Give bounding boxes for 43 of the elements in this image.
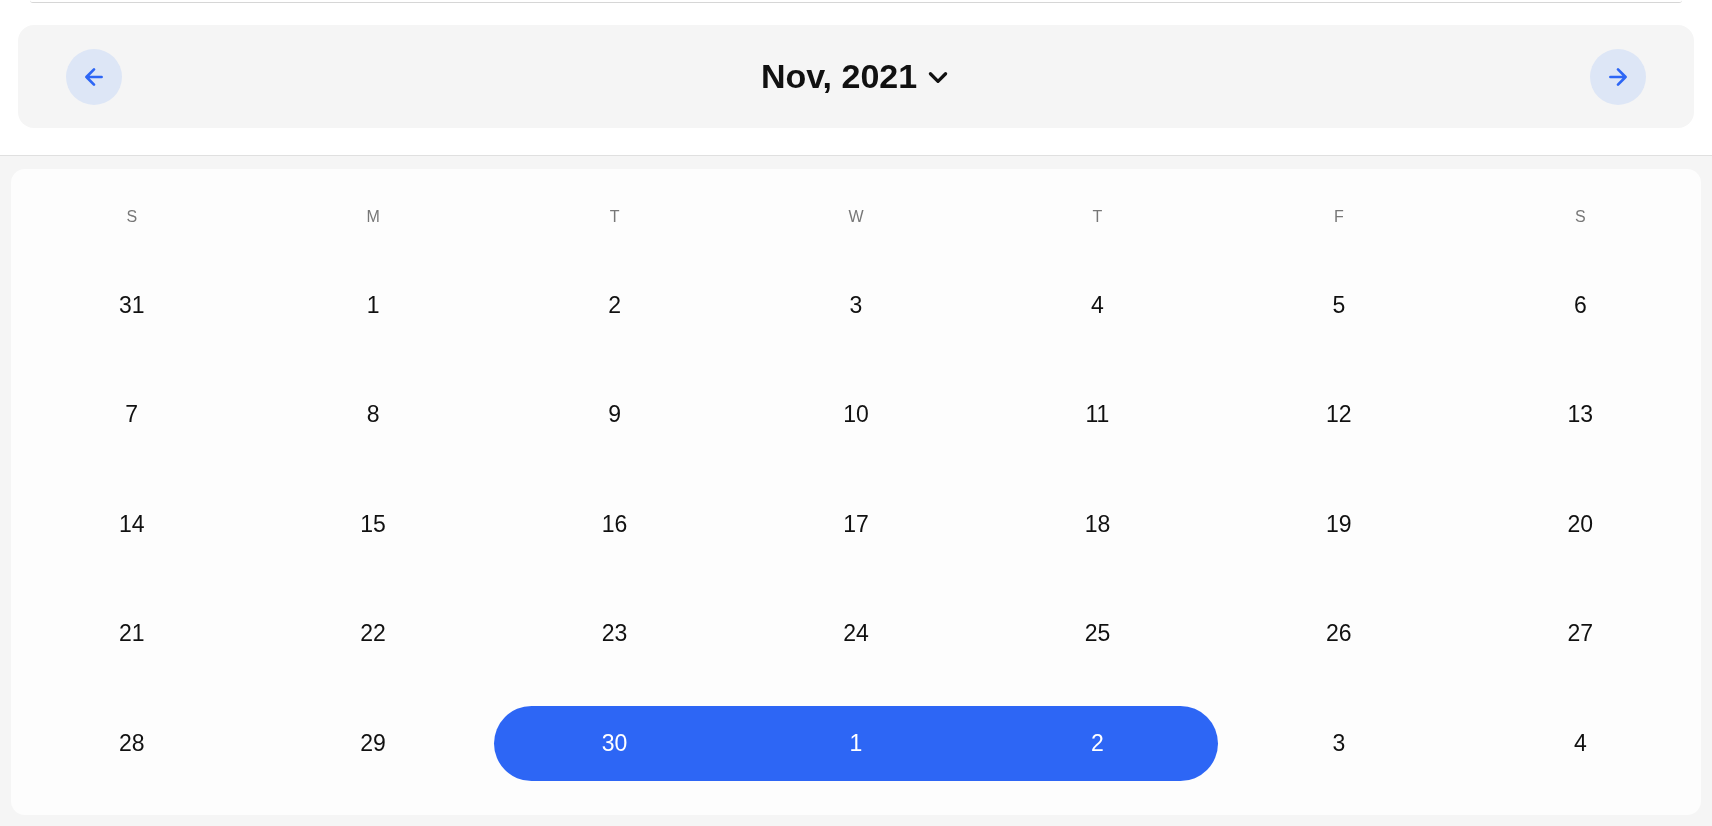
day-cell[interactable]: 23: [493, 596, 736, 671]
weekday-label: M: [365, 207, 381, 227]
weekday-label: F: [1332, 207, 1345, 227]
day-cell[interactable]: 25: [976, 596, 1219, 671]
day-cell[interactable]: 27: [1459, 596, 1701, 671]
weekday-label: W: [847, 207, 865, 227]
day-cell[interactable]: 4: [1459, 705, 1701, 781]
weekday-label: S: [125, 207, 139, 227]
weekday-label: S: [1573, 207, 1587, 227]
day-cell[interactable]: 18: [976, 486, 1219, 562]
day-cell[interactable]: 31: [11, 267, 253, 343]
day-cell[interactable]: 9: [493, 377, 736, 452]
day-cell[interactable]: 17: [735, 486, 977, 562]
day-cell[interactable]: 28: [11, 705, 253, 781]
day-cell[interactable]: 24: [735, 596, 977, 671]
day-cell[interactable]: 19: [1218, 486, 1460, 562]
day-cell[interactable]: 15: [252, 486, 494, 562]
day-cell[interactable]: 7: [11, 377, 253, 452]
day-cell[interactable]: 11: [976, 377, 1219, 452]
day-cell[interactable]: 13: [1459, 377, 1701, 452]
day-cell[interactable]: 20: [1459, 486, 1701, 562]
day-cell[interactable]: 12: [1218, 377, 1460, 452]
month-selector[interactable]: Nov, 2021: [760, 57, 952, 96]
day-cell[interactable]: 3: [735, 267, 977, 343]
day-cell[interactable]: 10: [735, 377, 977, 452]
day-cell[interactable]: 1: [252, 267, 494, 343]
day-cell[interactable]: 14: [11, 486, 253, 562]
day-cell[interactable]: 6: [1459, 267, 1701, 343]
weekday-label: T: [608, 207, 621, 227]
day-cell[interactable]: 30: [493, 705, 736, 781]
day-cell[interactable]: 2: [976, 705, 1219, 781]
day-cell[interactable]: 8: [252, 377, 494, 452]
weekday-label: T: [1091, 207, 1104, 227]
day-cell[interactable]: 26: [1218, 596, 1460, 671]
day-cell[interactable]: 29: [252, 705, 494, 781]
day-cell[interactable]: 4: [976, 267, 1219, 343]
day-cell[interactable]: 3: [1218, 705, 1460, 781]
day-cell[interactable]: 2: [493, 267, 736, 343]
day-cell[interactable]: 21: [11, 596, 253, 671]
day-cell[interactable]: 16: [493, 486, 736, 562]
day-cell[interactable]: 22: [252, 596, 494, 671]
day-cell[interactable]: 1: [735, 705, 977, 781]
day-cell[interactable]: 5: [1218, 267, 1460, 343]
